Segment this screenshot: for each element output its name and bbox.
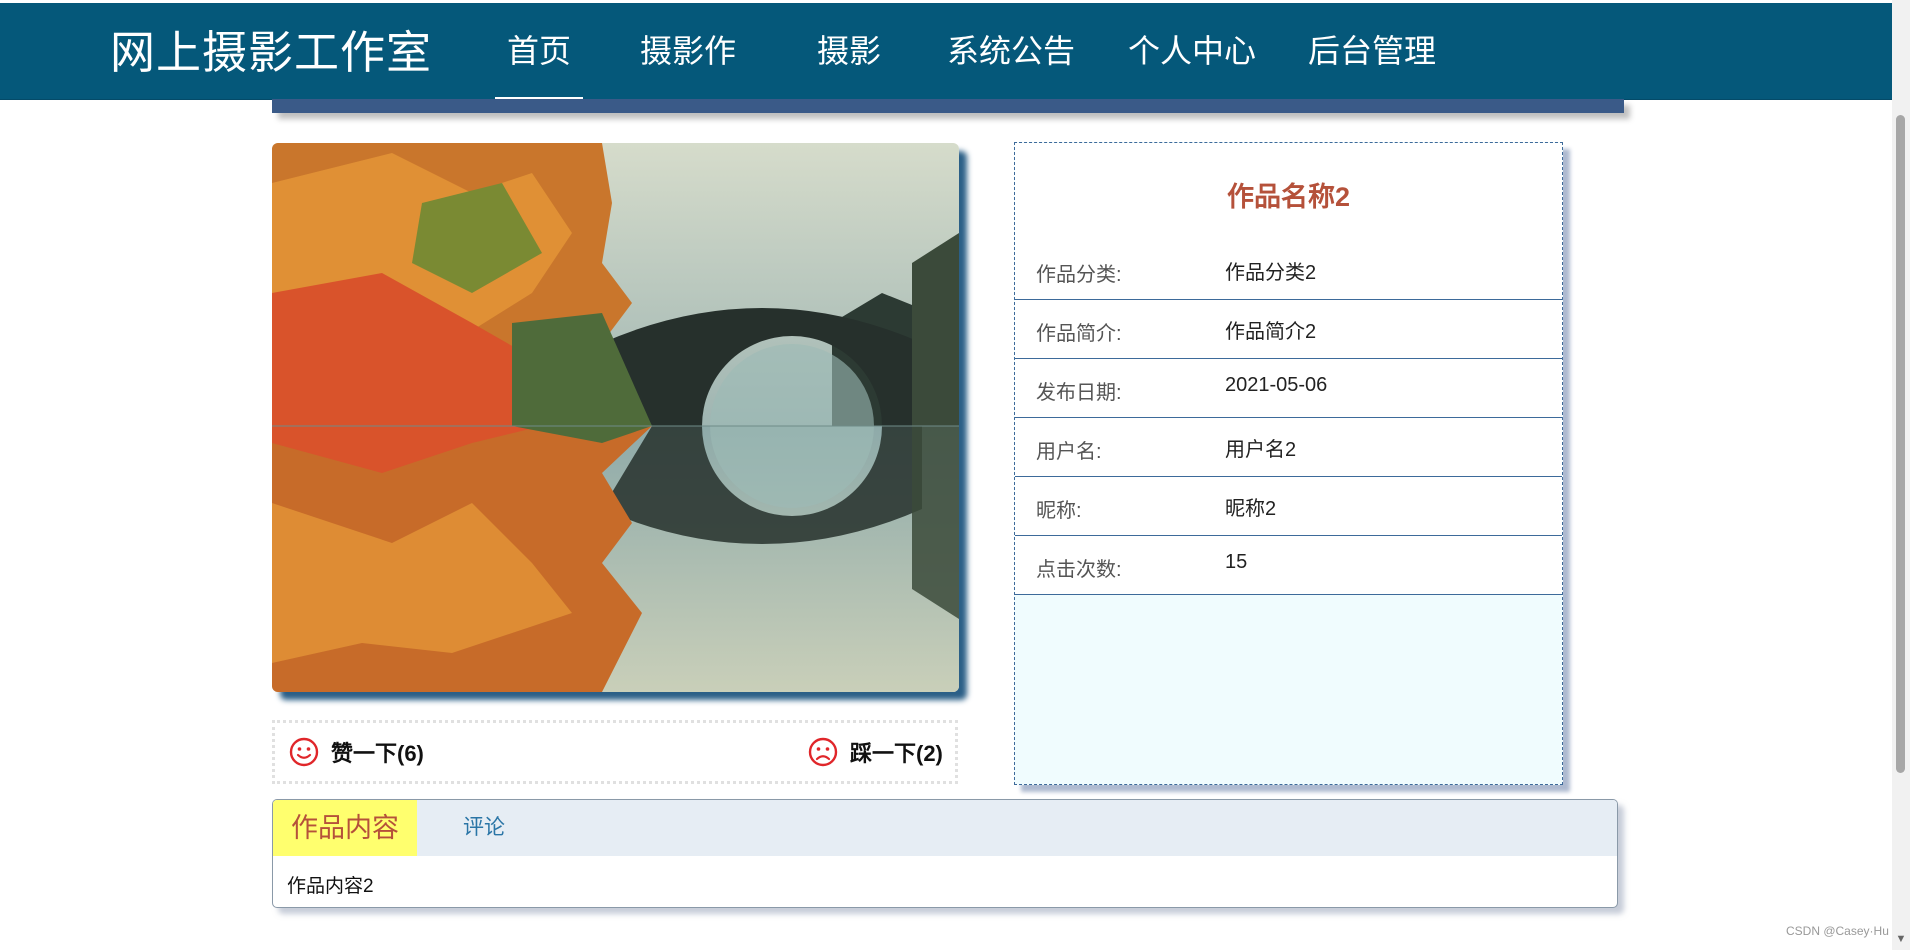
info-label: 发布日期:: [1036, 382, 1122, 404]
scrollbar-thumb[interactable]: [1896, 115, 1905, 773]
info-row-category: 作品分类: 作品分类2: [1015, 241, 1562, 300]
watermark: CSDN @Casey·Hu: [1786, 924, 1889, 938]
info-label: 作品简介:: [1036, 323, 1122, 345]
nav-item-profile[interactable]: 个人中心: [1128, 3, 1256, 99]
info-value: 昵称2: [1225, 498, 1277, 520]
top-navbar: 网上摄影工作室 首页 摄影作品 摄影圈 系统公告 个人中心 后台管理: [0, 3, 1892, 165]
work-tabs-panel: 作品内容 评论 作品内容2: [272, 799, 1618, 908]
header-shadow-bar: [272, 99, 1624, 113]
tab-bar: 作品内容 评论: [273, 800, 1617, 856]
info-header: 作品名称2: [1015, 143, 1562, 241]
nav-item-announcements[interactable]: 系统公告: [947, 3, 1075, 99]
dislike-button[interactable]: 踩一下(2): [808, 735, 943, 769]
tab-work-content[interactable]: 作品内容: [273, 800, 417, 856]
site-brand[interactable]: 网上摄影工作室: [110, 25, 432, 81]
nav-item-home[interactable]: 首页: [495, 3, 583, 101]
info-row-click-count: 点击次数: 15: [1015, 536, 1562, 595]
work-title: 作品名称2: [1226, 182, 1351, 212]
like-button[interactable]: 赞一下(6): [289, 735, 424, 769]
info-value: 用户名2: [1225, 439, 1297, 461]
tab-content-text: 作品内容2: [287, 876, 374, 897]
scroll-down-arrow-icon[interactable]: ▼: [1892, 930, 1910, 948]
tab-comments[interactable]: 评论: [463, 800, 573, 856]
info-value: 作品简介2: [1225, 321, 1317, 343]
nav-item-circle[interactable]: 摄影圈: [802, 3, 896, 165]
info-value: 2021-05-06: [1225, 374, 1328, 396]
info-row-publish-date: 发布日期: 2021-05-06: [1015, 359, 1562, 418]
info-label: 作品分类:: [1036, 264, 1122, 286]
info-label: 点击次数:: [1036, 559, 1122, 581]
info-label: 用户名:: [1036, 441, 1102, 463]
info-value: 15: [1225, 551, 1248, 573]
info-row-username: 用户名: 用户名2: [1015, 418, 1562, 477]
info-label: 昵称:: [1036, 500, 1082, 522]
frown-icon: [808, 737, 838, 767]
info-row-nickname: 昵称: 昵称2: [1015, 477, 1562, 536]
work-photo: [272, 143, 959, 692]
nav-item-works[interactable]: 摄影作品: [626, 3, 750, 165]
vote-box: 赞一下(6) 踩一下(2): [272, 720, 958, 784]
like-label: 赞一下(6): [331, 741, 424, 766]
dislike-label: 踩一下(2): [850, 741, 943, 766]
smile-icon: [289, 737, 319, 767]
nav-item-admin[interactable]: 后台管理: [1308, 3, 1436, 99]
info-value: 作品分类2: [1225, 262, 1317, 284]
info-row-summary: 作品简介: 作品简介2: [1015, 300, 1562, 359]
work-info-panel: 作品名称2 作品分类: 作品分类2 作品简介: 作品简介2 发布日期: 2021…: [1014, 142, 1563, 785]
